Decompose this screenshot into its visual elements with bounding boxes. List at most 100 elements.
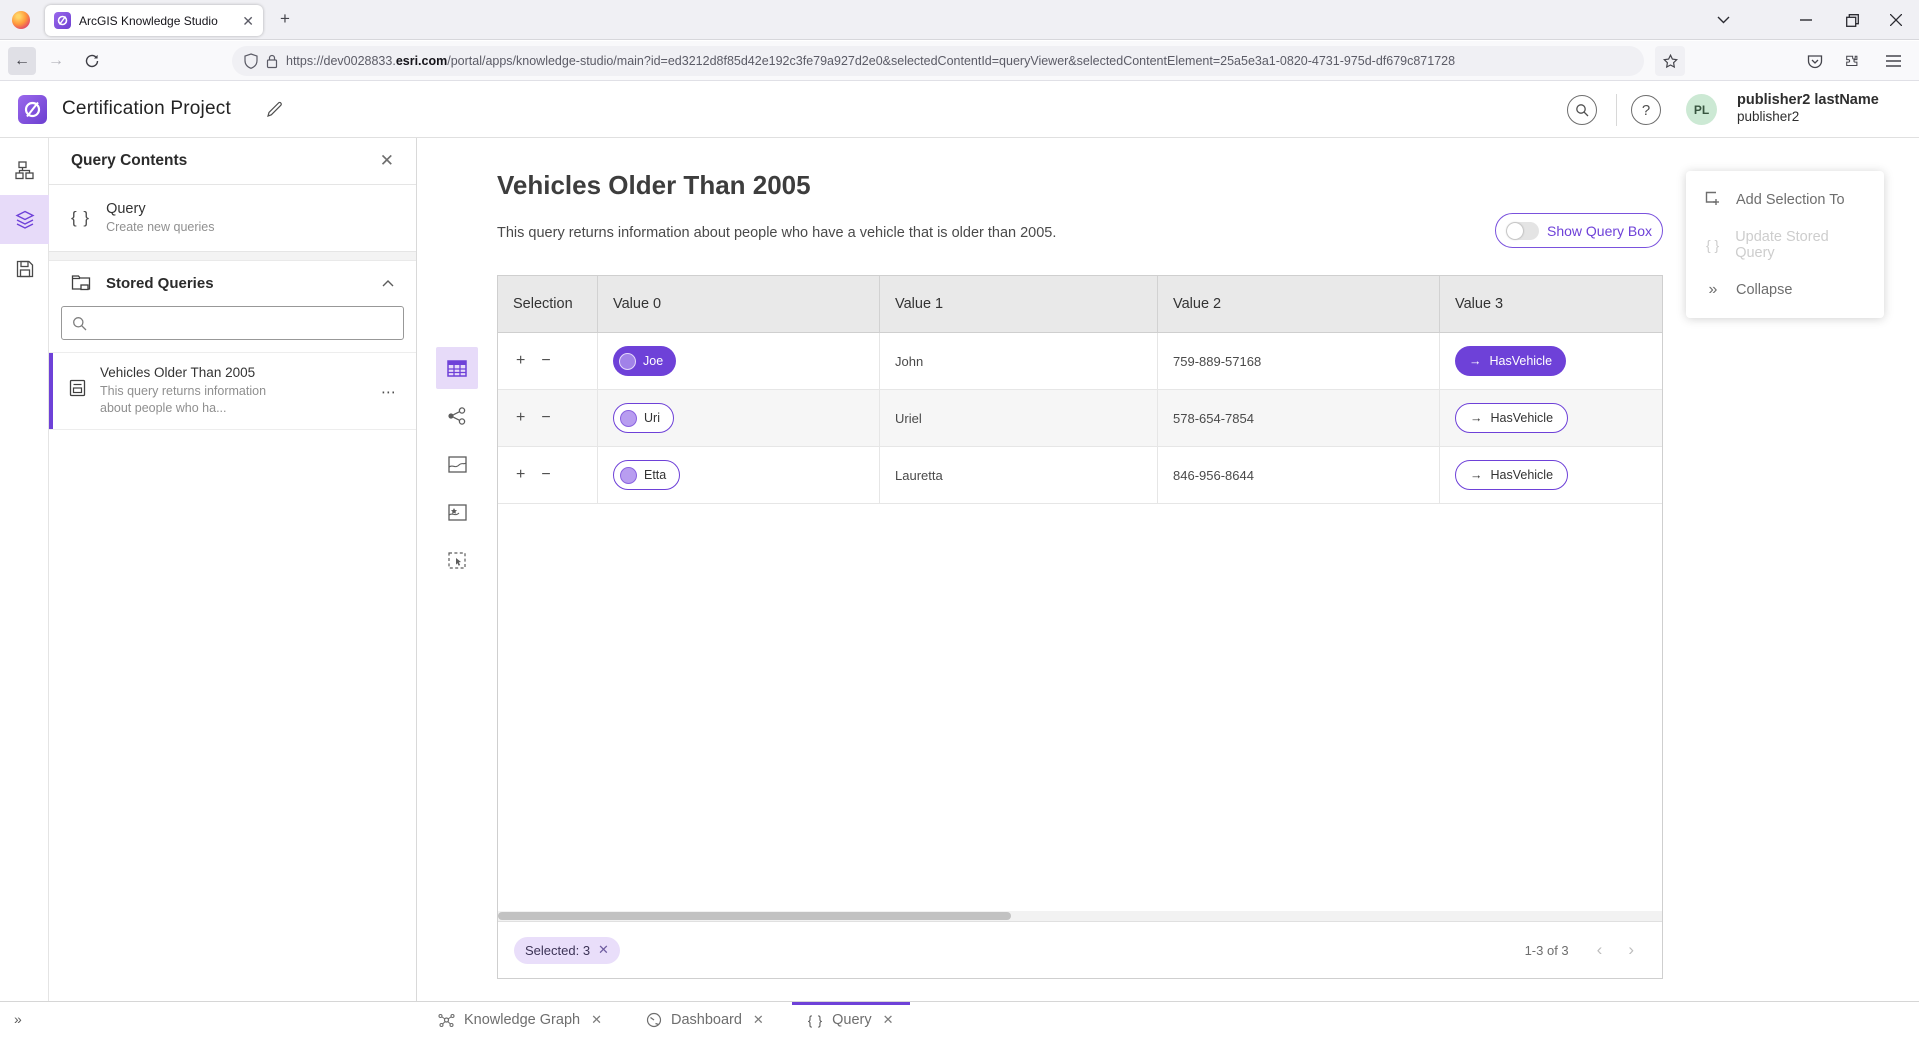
edit-title-icon[interactable] (266, 101, 283, 118)
selected-count-chip[interactable]: Selected: 3 ✕ (514, 937, 620, 964)
cell-value1: John (880, 333, 1158, 389)
entity-pill[interactable]: Joe (613, 346, 676, 376)
list-tabs-icon[interactable] (1700, 0, 1746, 40)
selection-context-menu: Add Selection To { } Update Stored Query… (1686, 171, 1884, 318)
column-header-value1: Value 1 (880, 276, 1158, 332)
firefox-menu-icon[interactable] (12, 11, 30, 29)
tab-close-icon[interactable]: ✕ (591, 1012, 602, 1028)
arrow-right-icon: → (1470, 468, 1483, 482)
stored-queries-label: Stored Queries (106, 275, 367, 292)
data-model-icon[interactable] (0, 146, 49, 195)
map-view-icon[interactable] (436, 443, 478, 485)
arrow-right-icon: → (1469, 354, 1482, 368)
select-tool-icon[interactable] (436, 539, 478, 581)
query-contents-panel: Query Contents ✕ { } Query Create new qu… (49, 138, 417, 1001)
item-options-icon[interactable]: ⋯ (381, 383, 398, 401)
url-text: https://dev0028833.esri.com/portal/apps/… (286, 54, 1455, 68)
scrollbar-thumb[interactable] (498, 912, 1011, 920)
stored-query-item[interactable]: Vehicles Older Than 2005 This query retu… (49, 352, 416, 430)
menu-item-update-stored-query[interactable]: { } Update Stored Query (1686, 222, 1884, 267)
entity-dot-icon (620, 410, 637, 427)
braces-icon: { } (71, 208, 90, 228)
tab-dashboard[interactable]: Dashboard ✕ (630, 1002, 780, 1038)
window-minimize-button[interactable] (1783, 0, 1829, 40)
save-icon[interactable] (0, 244, 49, 293)
next-page-icon[interactable]: › (1628, 940, 1634, 960)
menu-item-add-selection-to[interactable]: Add Selection To (1686, 177, 1884, 222)
horizontal-scrollbar[interactable] (498, 911, 1662, 921)
cell-value2: 578-654-7854 (1158, 390, 1440, 446)
view-toolbar (436, 347, 480, 587)
new-tab-button[interactable]: + (280, 9, 290, 29)
query-item-title: Query (106, 201, 214, 217)
table-row[interactable]: +− Joe John 759-889-57168 →HasVehicle (498, 333, 1662, 390)
stored-queries-search[interactable] (61, 306, 404, 340)
user-username: publisher2 (1737, 109, 1879, 126)
entity-pill[interactable]: Etta (613, 460, 680, 490)
url-field[interactable]: https://dev0028833.esri.com/portal/apps/… (232, 46, 1644, 76)
contents-layers-icon[interactable] (0, 195, 49, 244)
show-query-box-toggle[interactable]: Show Query Box (1495, 213, 1663, 248)
browser-tab-bar: ArcGIS Knowledge Studio ✕ + (0, 0, 1919, 40)
forward-button[interactable]: → (42, 47, 70, 75)
query-item-subtitle: Create new queries (106, 220, 214, 234)
expand-row-button[interactable]: + (516, 409, 525, 427)
expand-panel-icon[interactable]: » (14, 1011, 22, 1027)
relationship-pill[interactable]: →HasVehicle (1455, 403, 1568, 433)
tab-query[interactable]: { } Query ✕ (792, 1002, 910, 1038)
tab-close-icon[interactable]: ✕ (883, 1012, 894, 1028)
table-footer: Selected: 3 ✕ 1-3 of 3 ‹ › (498, 921, 1662, 978)
previous-page-icon[interactable]: ‹ (1597, 940, 1603, 960)
tab-close-icon[interactable]: ✕ (753, 1012, 764, 1028)
collapse-row-button[interactable]: − (541, 409, 550, 427)
relationship-pill[interactable]: →HasVehicle (1455, 346, 1566, 376)
results-table: Selection Value 0 Value 1 Value 2 Value … (497, 275, 1663, 979)
table-row[interactable]: +− Uri Uriel 578-654-7854 →HasVehicle (498, 390, 1662, 447)
expand-row-button[interactable]: + (516, 352, 525, 370)
cell-value1: Uriel (880, 390, 1158, 446)
window-restore-button[interactable] (1829, 0, 1875, 40)
expand-row-button[interactable]: + (516, 466, 525, 484)
panel-close-icon[interactable]: ✕ (380, 151, 394, 171)
help-icon[interactable]: ? (1631, 95, 1661, 125)
link-chart-icon[interactable] (436, 395, 478, 437)
table-view-icon[interactable] (436, 347, 478, 389)
show-query-box-label: Show Query Box (1547, 223, 1652, 239)
lock-icon[interactable] (266, 54, 278, 69)
extensions-puzzle-icon[interactable] (1837, 46, 1867, 76)
folder-icon (71, 274, 91, 292)
chevron-up-icon[interactable] (382, 280, 394, 287)
stored-queries-search-input[interactable] (95, 316, 393, 331)
menu-item-collapse[interactable]: » Collapse (1686, 267, 1884, 312)
shield-icon[interactable] (244, 53, 258, 69)
new-map-icon[interactable] (436, 491, 478, 533)
entity-pill[interactable]: Uri (613, 403, 674, 433)
tab-knowledge-graph[interactable]: Knowledge Graph ✕ (422, 1002, 618, 1038)
window-close-button[interactable] (1873, 0, 1919, 40)
back-button[interactable]: ← (8, 47, 36, 75)
query-item[interactable]: { } Query Create new queries (49, 185, 416, 252)
tab-close-icon[interactable]: ✕ (242, 14, 254, 28)
app-header: Certification Project ? PL publisher2 la… (0, 81, 1919, 138)
collapse-row-button[interactable]: − (541, 466, 550, 484)
bottom-tab-bar: » Knowledge Graph ✕ Dashboard ✕ { } Quer… (0, 1001, 1919, 1038)
search-icon[interactable] (1567, 95, 1597, 125)
user-info[interactable]: publisher2 lastName publisher2 (1737, 91, 1879, 126)
browser-tab[interactable]: ArcGIS Knowledge Studio ✕ (45, 5, 263, 36)
pocket-icon[interactable] (1800, 46, 1830, 76)
toggle-track[interactable] (1506, 222, 1539, 240)
page-title: Vehicles Older Than 2005 (497, 170, 811, 201)
cell-value1: Lauretta (880, 447, 1158, 503)
collapse-row-button[interactable]: − (541, 352, 550, 370)
toggle-knob (1507, 223, 1523, 239)
table-empty-area (498, 504, 1662, 911)
stored-queries-header[interactable]: Stored Queries (49, 261, 416, 302)
avatar[interactable]: PL (1686, 94, 1717, 125)
relationship-pill[interactable]: →HasVehicle (1455, 460, 1568, 490)
clear-selection-icon[interactable]: ✕ (598, 942, 609, 958)
refresh-button[interactable] (78, 47, 106, 75)
hamburger-menu-icon[interactable] (1878, 46, 1908, 76)
bookmark-star-icon[interactable] (1655, 46, 1685, 76)
table-row[interactable]: +− Etta Lauretta 846-956-8644 →HasVehicl… (498, 447, 1662, 504)
double-chevron-right-icon: » (1704, 281, 1722, 299)
